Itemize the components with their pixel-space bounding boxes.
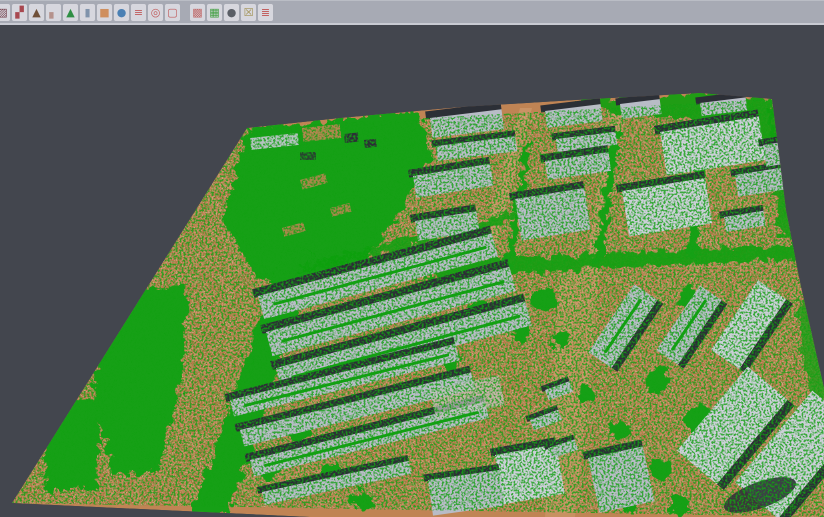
delete-table-icon[interactable]: ☒ bbox=[241, 4, 256, 21]
clip-region-icon[interactable]: ▩ bbox=[190, 4, 205, 21]
target-picker-icon[interactable]: ◎ bbox=[148, 4, 163, 21]
sparse-points-icon[interactable]: ▖ bbox=[46, 4, 61, 21]
toolbar: ▨▞▲▖▲▮■●≡◎▢▩▦●☒≣ bbox=[0, 0, 824, 25]
toolbar-separator bbox=[182, 4, 188, 21]
layer-stripes-icon[interactable]: ≣ bbox=[258, 4, 273, 21]
classify-points-icon[interactable]: ▞ bbox=[12, 4, 27, 21]
profile-column-icon[interactable]: ▮ bbox=[80, 4, 95, 21]
mesh-sphere-icon[interactable]: ● bbox=[224, 4, 239, 21]
speckle-overlay bbox=[12, 99, 824, 517]
terrain-model-icon[interactable]: ▲ bbox=[29, 4, 44, 21]
classified-cloud-icon[interactable]: ▦ bbox=[207, 4, 222, 21]
application-window: ▨▞▲▖▲▮■●≡◎▢▩▦●☒≣ bbox=[0, 0, 824, 517]
point-cloud-scene bbox=[0, 0, 824, 517]
selection-box-icon[interactable]: ▢ bbox=[165, 4, 180, 21]
vegetation-model-icon[interactable]: ▲ bbox=[63, 4, 78, 21]
globe-view-icon[interactable]: ● bbox=[114, 4, 129, 21]
red-list-icon[interactable]: ≡ bbox=[131, 4, 146, 21]
point-cloud-icon[interactable]: ▨ bbox=[0, 4, 10, 21]
viewport-3d[interactable] bbox=[0, 0, 824, 517]
ortho-tile-icon[interactable]: ■ bbox=[97, 4, 112, 21]
